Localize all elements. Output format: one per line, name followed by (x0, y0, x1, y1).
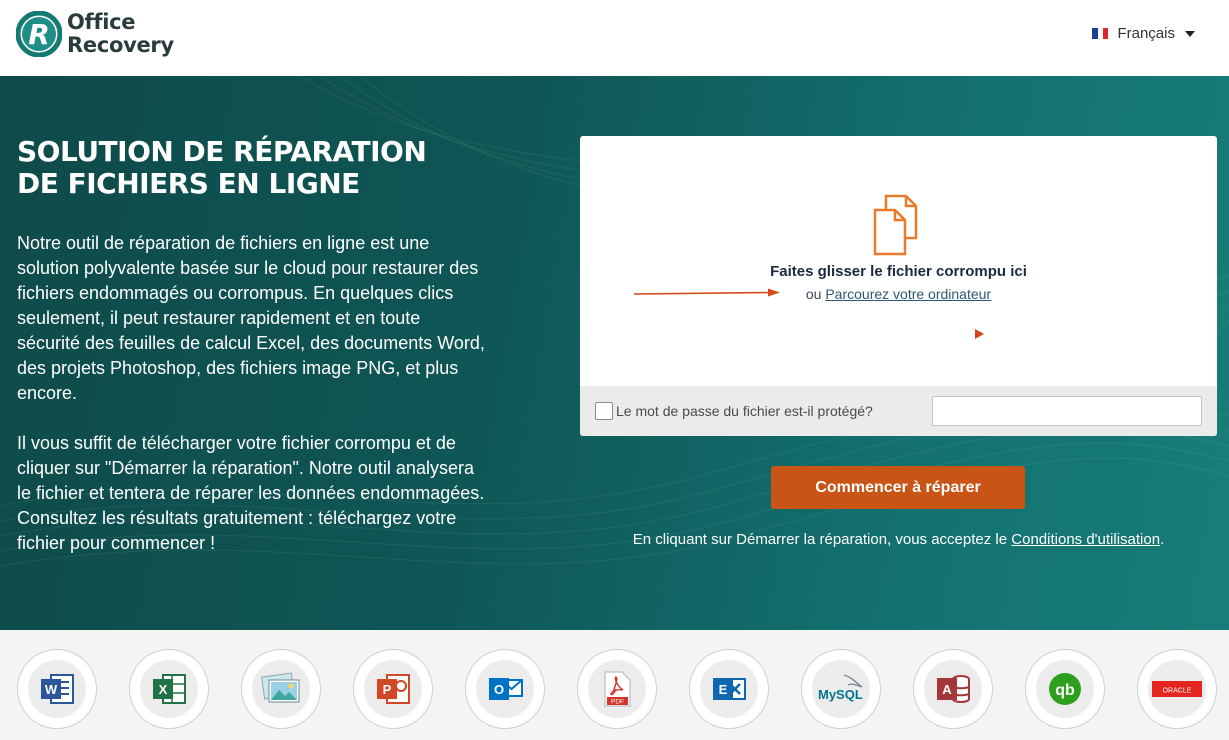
excel-icon: X (153, 674, 186, 704)
image-icon (261, 672, 300, 703)
play-marker-icon (975, 329, 984, 339)
intro-paragraph: Notre outil de réparation de fichiers en… (17, 233, 485, 403)
svg-text:O: O (494, 682, 504, 697)
page-title: SOLUTION DE RÉPARATION DE FICHIERS EN LI… (17, 136, 537, 200)
password-row: Le mot de passe du fichier est-il protég… (580, 386, 1217, 436)
format-word[interactable]: W (17, 649, 97, 729)
pdf-icon: PDF (604, 671, 631, 707)
quickbooks-icon: qb (1049, 673, 1081, 705)
svg-text:A: A (942, 682, 952, 697)
browse-row: ou Parcourez votre ordinateur (580, 286, 1217, 302)
supported-formats-strip: W X P O PDF E MySQL A qb ORACLE (0, 630, 1229, 740)
password-checkbox[interactable] (595, 402, 613, 420)
language-label: Français (1117, 25, 1175, 42)
format-mysql[interactable]: MySQL (801, 649, 881, 729)
files-icon (873, 194, 918, 256)
site-header: R Office Recovery Français (0, 0, 1229, 76)
svg-text:PDF: PDF (611, 699, 624, 706)
format-excel[interactable]: X (129, 649, 209, 729)
instructions-paragraph: Il vous suffit de télécharger votre fich… (17, 433, 485, 553)
upload-card: Faites glisser le fichier corrompu ici o… (580, 136, 1217, 436)
title-line-2: DE FICHIERS EN LIGNE (17, 167, 360, 200)
french-flag-icon (1092, 28, 1109, 39)
svg-text:W: W (45, 682, 58, 697)
exchange-icon: E (713, 678, 746, 700)
svg-text:ORACLE: ORACLE (1163, 688, 1192, 695)
svg-text:MySQL: MySQL (818, 687, 863, 702)
svg-text:qb: qb (1055, 682, 1075, 699)
format-quickbooks[interactable]: qb (1025, 649, 1105, 729)
outlook-icon: O (489, 678, 523, 700)
title-line-1: SOLUTION DE RÉPARATION (17, 135, 427, 168)
browse-link[interactable]: Parcourez votre ordinateur (825, 286, 991, 302)
logo-line-2: Recovery (67, 33, 174, 57)
start-repair-button[interactable]: Commencer à réparer (771, 466, 1025, 509)
language-selector[interactable]: Français (1092, 25, 1195, 42)
password-label: Le mot de passe du fichier est-il protég… (616, 403, 873, 419)
svg-text:P: P (383, 682, 392, 697)
hero-section: SOLUTION DE RÉPARATION DE FICHIERS EN LI… (0, 76, 1229, 630)
logo-r-icon: R (16, 11, 62, 57)
svg-text:E: E (719, 682, 728, 697)
logo-line-1: Office (67, 10, 136, 34)
format-exchange[interactable]: E (689, 649, 769, 729)
powerpoint-icon: P (377, 674, 410, 704)
svg-text:X: X (159, 682, 168, 697)
or-text: ou (805, 286, 822, 302)
format-oracle[interactable]: ORACLE (1137, 649, 1217, 729)
word-icon: W (41, 674, 74, 704)
drop-title: Faites glisser le fichier corrompu ici (770, 263, 1027, 280)
oracle-icon: ORACLE (1152, 681, 1202, 697)
terms-prefix: En cliquant sur Démarrer la réparation, … (632, 531, 1008, 548)
mysql-icon: MySQL (818, 674, 863, 702)
format-powerpoint[interactable]: P (353, 649, 433, 729)
terms-notice: En cliquant sur Démarrer la réparation, … (580, 531, 1217, 548)
terms-suffix: . (1160, 531, 1165, 548)
format-outlook[interactable]: O (465, 649, 545, 729)
logo[interactable]: R Office Recovery (16, 10, 174, 58)
file-drop-zone[interactable]: Faites glisser le fichier corrompu ici o… (580, 136, 1217, 386)
format-pdf[interactable]: PDF (577, 649, 657, 729)
terms-link[interactable]: Conditions d'utilisation (1011, 531, 1160, 548)
format-image[interactable] (241, 649, 321, 729)
chevron-down-icon (1185, 30, 1195, 37)
logo-wordmark: Office Recovery (67, 11, 174, 57)
access-icon: A (937, 675, 970, 703)
format-access[interactable]: A (913, 649, 993, 729)
svg-text:R: R (28, 18, 50, 51)
password-input[interactable] (932, 396, 1202, 426)
